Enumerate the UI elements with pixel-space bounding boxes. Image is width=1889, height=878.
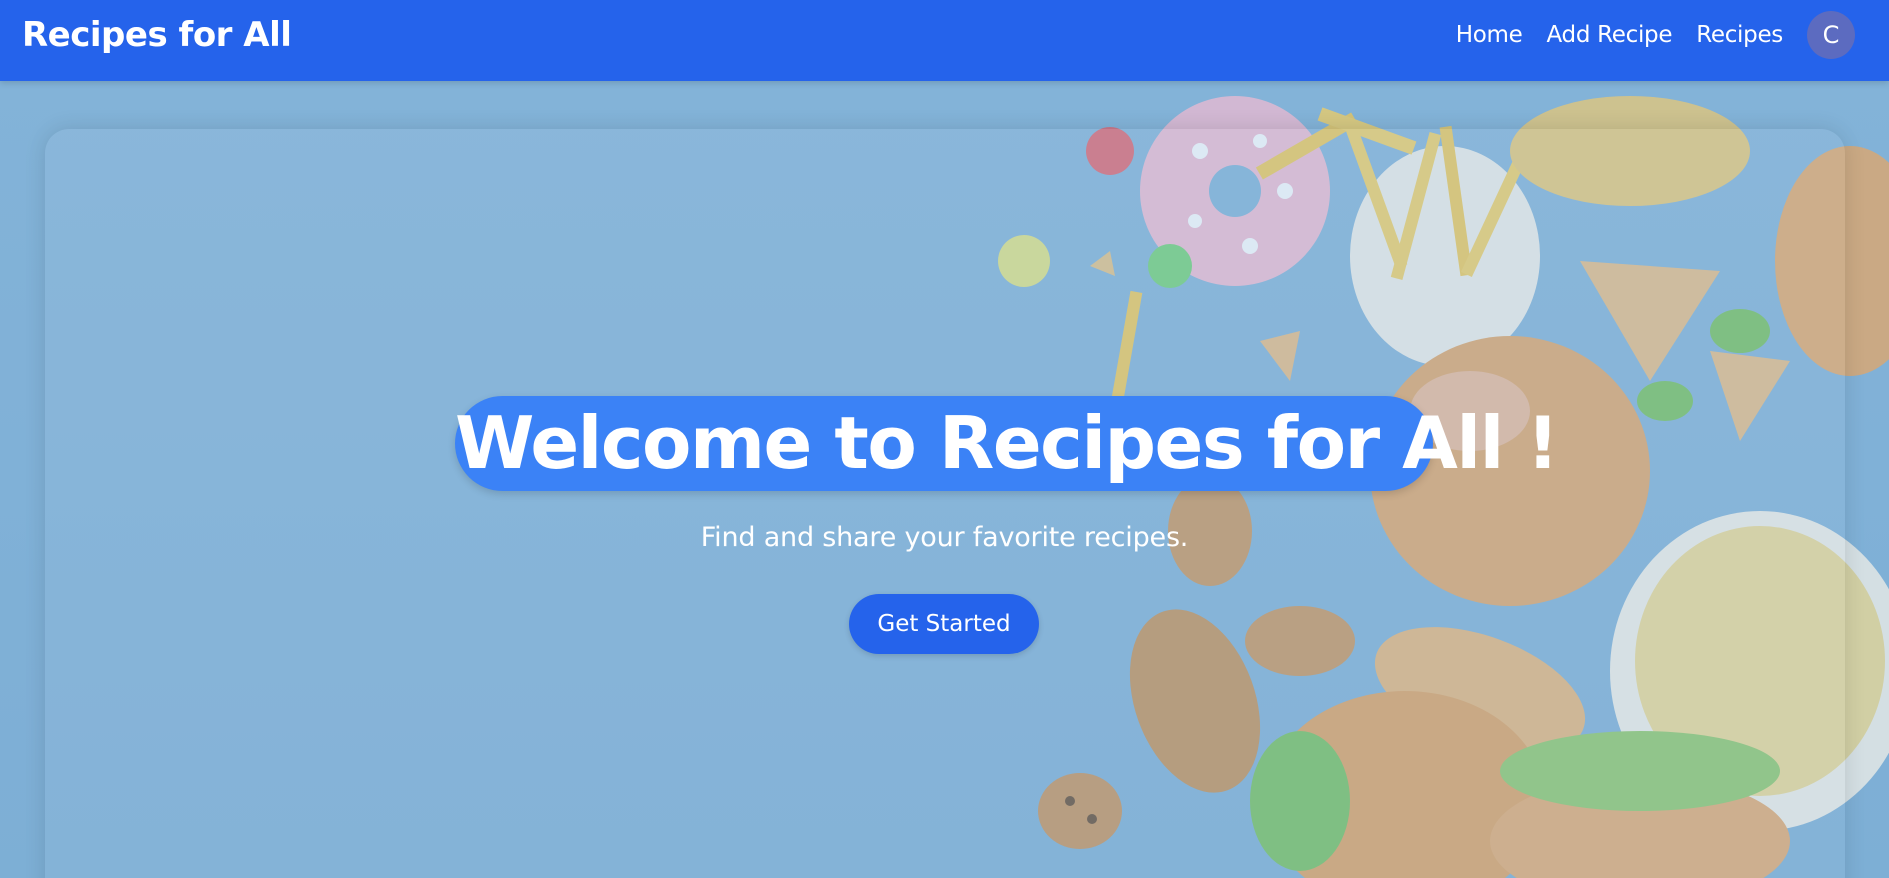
get-started-button[interactable]: Get Started: [849, 594, 1039, 654]
brand-logo-text[interactable]: Recipes for All: [22, 14, 292, 56]
hero-subtitle: Find and share your favorite recipes.: [700, 522, 1189, 553]
hero-card: [45, 129, 1845, 878]
nav-recipes-link[interactable]: Recipes: [1696, 11, 1783, 59]
nav-add-recipe-link[interactable]: Add Recipe: [1546, 11, 1672, 59]
nav-links: Home Add Recipe Recipes C: [1432, 11, 1855, 59]
hero-title: Welcome to Recipes for All !: [455, 396, 1559, 491]
top-navbar: Recipes for All Home Add Recipe Recipes …: [0, 0, 1889, 81]
nav-home-link[interactable]: Home: [1456, 11, 1523, 59]
user-avatar[interactable]: C: [1807, 11, 1855, 59]
